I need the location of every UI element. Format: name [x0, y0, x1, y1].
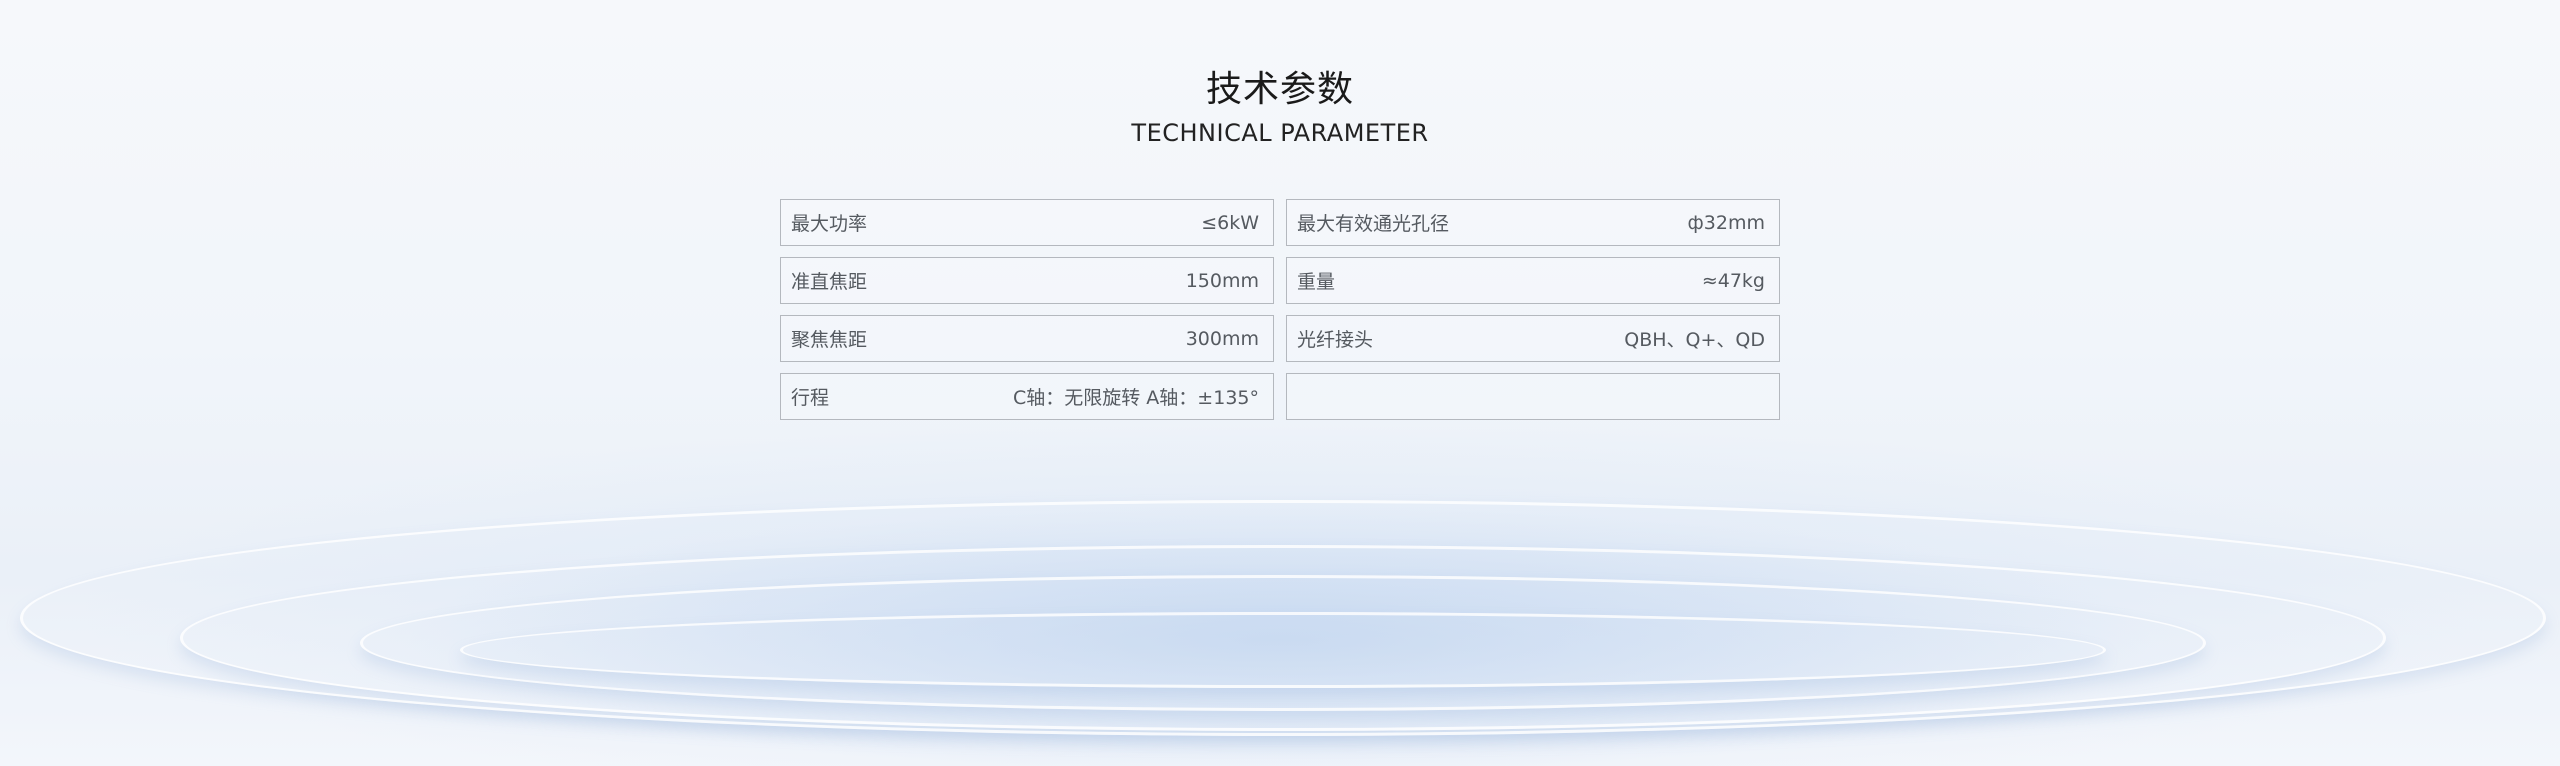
param-cell-collimation-focal: 准直焦距 150mm [780, 257, 1274, 304]
param-label: 准直焦距 [791, 271, 868, 293]
param-value: 150mm [1185, 269, 1259, 292]
param-value: QBH、Q+、QD [1624, 329, 1765, 351]
param-cell-max-power: 最大功率 ≤6kW [780, 199, 1274, 246]
param-value: 300mm [1185, 327, 1259, 350]
param-label: 聚焦焦距 [791, 329, 868, 351]
param-cell-weight: 重量 ≈47kg [1286, 257, 1780, 304]
param-value: ф32mm [1687, 211, 1765, 234]
section-header: 技术参数 TECHNICAL PARAMETER [0, 64, 2560, 150]
param-cell-focus-focal: 聚焦焦距 300mm [780, 315, 1274, 362]
page-title: 技术参数 [1205, 69, 1354, 110]
ripple-ring [20, 500, 2546, 736]
param-label: 最大有效通光孔径 [1297, 213, 1450, 235]
param-value: C轴：无限旋转 A轴：±135° [1013, 387, 1259, 409]
param-cell-travel: 行程 C轴：无限旋转 A轴：±135° [780, 373, 1274, 420]
param-label: 重量 [1297, 271, 1336, 293]
param-cell-fiber-connector: 光纤接头 QBH、Q+、QD [1286, 315, 1780, 362]
parameter-table: 最大功率 ≤6kW 最大有效通光孔径 ф32mm 准直焦距 150mm 重量 ≈… [780, 199, 1780, 420]
param-value: ≈47kg [1701, 269, 1765, 292]
param-label: 最大功率 [791, 213, 868, 235]
page-subtitle: TECHNICAL PARAMETER [1131, 119, 1429, 147]
param-value: ≤6kW [1201, 211, 1259, 234]
param-cell-aperture: 最大有效通光孔径 ф32mm [1286, 199, 1780, 246]
param-label: 光纤接头 [1297, 329, 1374, 351]
param-label: 行程 [791, 387, 830, 409]
param-cell-empty [1286, 373, 1780, 420]
